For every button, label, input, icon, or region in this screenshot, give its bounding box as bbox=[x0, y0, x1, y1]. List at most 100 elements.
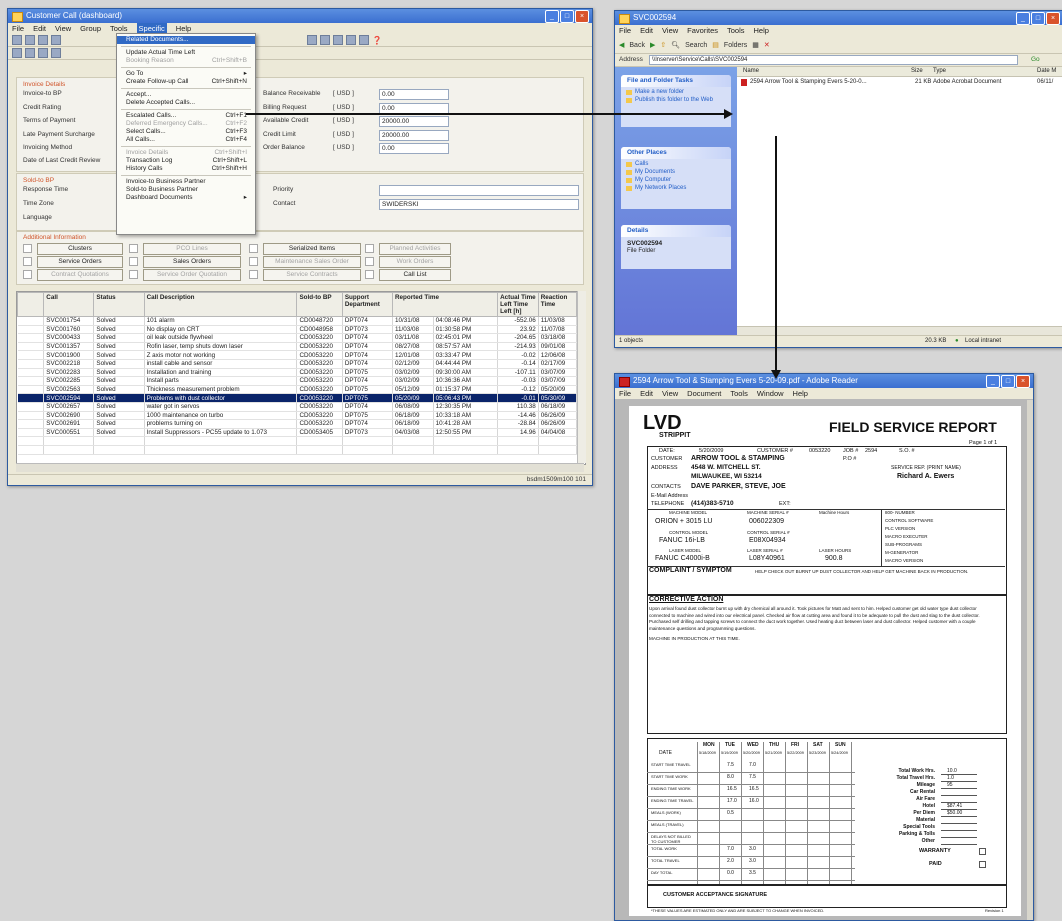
service-orders-checkbox[interactable] bbox=[23, 257, 32, 266]
contact-field[interactable]: SWIDERSKI bbox=[379, 199, 579, 210]
table-row[interactable]: SVC002283 Solved Installation and training… bbox=[17, 368, 578, 378]
col-size[interactable]: Size bbox=[911, 67, 923, 76]
menu-item[interactable]: Invoice-to Business Partner bbox=[117, 178, 255, 186]
credit-limit-field[interactable]: 20000.00 bbox=[379, 130, 449, 141]
menu-edit[interactable]: Edit bbox=[33, 23, 46, 34]
clusters-checkbox[interactable] bbox=[23, 244, 32, 253]
back-icon[interactable]: ◀ bbox=[619, 41, 624, 49]
minimize-button[interactable]: _ bbox=[986, 375, 1000, 388]
menu-file[interactable]: File bbox=[12, 23, 24, 34]
other-places-heading[interactable]: Other Places bbox=[621, 147, 731, 159]
menu-item[interactable]: Escalated Calls... Ctrl+F1 bbox=[117, 112, 255, 120]
nav-prev-icon[interactable] bbox=[320, 35, 330, 45]
close-button[interactable]: × bbox=[1046, 12, 1060, 25]
menu-item[interactable]: Create Follow-up Call Ctrl+Shift+N bbox=[117, 78, 255, 86]
maximize-button[interactable]: □ bbox=[1031, 12, 1045, 25]
menu-window[interactable]: Window bbox=[757, 388, 784, 399]
col-description[interactable]: Call Description bbox=[143, 292, 298, 317]
pco-lines-checkbox[interactable] bbox=[129, 244, 138, 253]
table-row[interactable]: SVC002563 Solved Thickness measurement pro… bbox=[17, 385, 578, 395]
address-field[interactable]: \\lnserver\Service\Calls\SVC002594 bbox=[649, 55, 1018, 65]
menu-file[interactable]: File bbox=[619, 388, 631, 399]
go-button[interactable]: Go bbox=[1031, 56, 1040, 63]
row-selector[interactable] bbox=[17, 342, 45, 352]
details-heading[interactable]: Details bbox=[621, 225, 731, 237]
service-contracts-button[interactable]: Service Contracts bbox=[263, 269, 361, 281]
table-row[interactable]: SVC002594 Solved Problems with dust collec… bbox=[17, 393, 578, 403]
row-selector[interactable] bbox=[17, 376, 45, 386]
menu-view[interactable]: View bbox=[662, 25, 678, 36]
menu-view[interactable]: View bbox=[55, 23, 71, 34]
sales-orders-button[interactable]: Sales Orders bbox=[143, 256, 241, 268]
maximize-button[interactable]: □ bbox=[1001, 375, 1015, 388]
table-row[interactable]: SVC002657 Solved water got in servos CD0053… bbox=[17, 402, 578, 412]
nav-next-icon[interactable] bbox=[333, 35, 343, 45]
close-button[interactable]: × bbox=[1016, 375, 1030, 388]
row-selector[interactable] bbox=[17, 419, 45, 429]
warranty-checkbox[interactable] bbox=[979, 848, 986, 855]
service-order-quotation-checkbox[interactable] bbox=[129, 270, 138, 279]
table-row[interactable]: SVC000551 Solved Install Suppressors - PC5… bbox=[17, 428, 578, 438]
copy-icon[interactable] bbox=[51, 35, 61, 45]
new-icon[interactable] bbox=[38, 35, 48, 45]
order-balance-field[interactable]: 0.00 bbox=[379, 143, 449, 154]
work-orders-checkbox[interactable] bbox=[365, 257, 374, 266]
contract-quotations-checkbox[interactable] bbox=[23, 270, 32, 279]
minimize-button[interactable]: _ bbox=[1016, 12, 1030, 25]
col-reaction-time[interactable]: Reaction Time bbox=[537, 292, 578, 317]
call-list-checkbox[interactable] bbox=[365, 270, 374, 279]
menu-tools[interactable]: Tools bbox=[730, 388, 748, 399]
save-icon[interactable] bbox=[12, 35, 22, 45]
call-list-button[interactable]: Call List bbox=[379, 269, 451, 281]
my-network-places-link[interactable]: My Network Places bbox=[621, 183, 731, 191]
menu-item[interactable]: Related Documents... bbox=[117, 36, 255, 44]
row-selector[interactable] bbox=[17, 333, 45, 343]
maintenance-sales-order-button[interactable]: Maintenance Sales Order bbox=[263, 256, 361, 268]
serialized-items-button[interactable]: Serialized Items bbox=[263, 243, 361, 255]
contract-quotations-button[interactable]: Contract Quotations bbox=[37, 269, 123, 281]
col-name[interactable]: Name bbox=[743, 67, 759, 76]
menu-item[interactable]: Delete Accepted Calls... bbox=[117, 99, 255, 107]
row-selector[interactable] bbox=[17, 350, 45, 360]
search-button[interactable]: Search bbox=[685, 42, 707, 49]
file-folder-tasks-heading[interactable]: File and Folder Tasks bbox=[621, 75, 731, 87]
help-pointer-icon[interactable]: ❓ bbox=[372, 36, 382, 45]
row-selector[interactable] bbox=[17, 428, 45, 438]
col-time-left[interactable]: Actual Time Left Time Left [h] bbox=[497, 292, 539, 317]
menu-item[interactable]: Transaction Log Ctrl+Shift+L bbox=[117, 157, 255, 165]
table-row[interactable]: SVC001357 Solved Rofin laser, temp shuts d… bbox=[17, 342, 578, 352]
work-orders-button[interactable]: Work Orders bbox=[379, 256, 451, 268]
table-row[interactable]: SVC000433 Solved oil leak outside flywheel… bbox=[17, 333, 578, 343]
my-computer-link[interactable]: My Computer bbox=[621, 175, 731, 183]
planned-activities-button[interactable]: Planned Activities bbox=[379, 243, 451, 255]
menu-tools[interactable]: Tools bbox=[727, 25, 745, 36]
col-reported-time[interactable]: Reported Time bbox=[391, 292, 499, 317]
col-call[interactable]: Call bbox=[43, 292, 95, 317]
menu-view[interactable]: View bbox=[662, 388, 678, 399]
menu-favorites[interactable]: Favorites bbox=[687, 25, 718, 36]
menu-edit[interactable]: Edit bbox=[640, 388, 653, 399]
up-icon[interactable]: ⇧ bbox=[660, 41, 666, 49]
menu-help[interactable]: Help bbox=[754, 25, 769, 36]
nav-first-icon[interactable] bbox=[307, 35, 317, 45]
back-button[interactable]: Back bbox=[629, 42, 645, 49]
menu-item[interactable]: Dashboard Documents ▸ bbox=[117, 194, 255, 202]
minimize-button[interactable]: _ bbox=[545, 10, 559, 23]
title-bar[interactable]: SVC002594 _ □ × bbox=[615, 11, 1062, 25]
maintenance-sales-order-checkbox[interactable] bbox=[249, 257, 258, 266]
my-documents-link[interactable]: My Documents bbox=[621, 167, 731, 175]
nav-last-icon[interactable] bbox=[346, 35, 356, 45]
table-row[interactable]: SVC001900 Solved Z axis motor not working C… bbox=[17, 350, 578, 360]
planned-activities-checkbox[interactable] bbox=[365, 244, 374, 253]
folders-icon[interactable]: ▤ bbox=[712, 41, 719, 49]
col-date[interactable]: Date M bbox=[1037, 67, 1056, 76]
paid-checkbox[interactable] bbox=[979, 861, 986, 868]
row-selector[interactable] bbox=[17, 359, 45, 369]
menu-item[interactable]: Invoice Details Ctrl+Shift+I bbox=[117, 149, 255, 157]
row-selector[interactable] bbox=[17, 316, 45, 326]
menu-item[interactable]: Booking Reason Ctrl+Shift+B bbox=[117, 57, 255, 65]
table-row[interactable]: SVC002691 Solved problems turning on CD0053… bbox=[17, 419, 578, 429]
sales-orders-checkbox[interactable] bbox=[129, 257, 138, 266]
menu-document[interactable]: Document bbox=[687, 388, 721, 399]
title-bar[interactable]: Customer Call (dashboard) _ □ × bbox=[8, 9, 592, 23]
